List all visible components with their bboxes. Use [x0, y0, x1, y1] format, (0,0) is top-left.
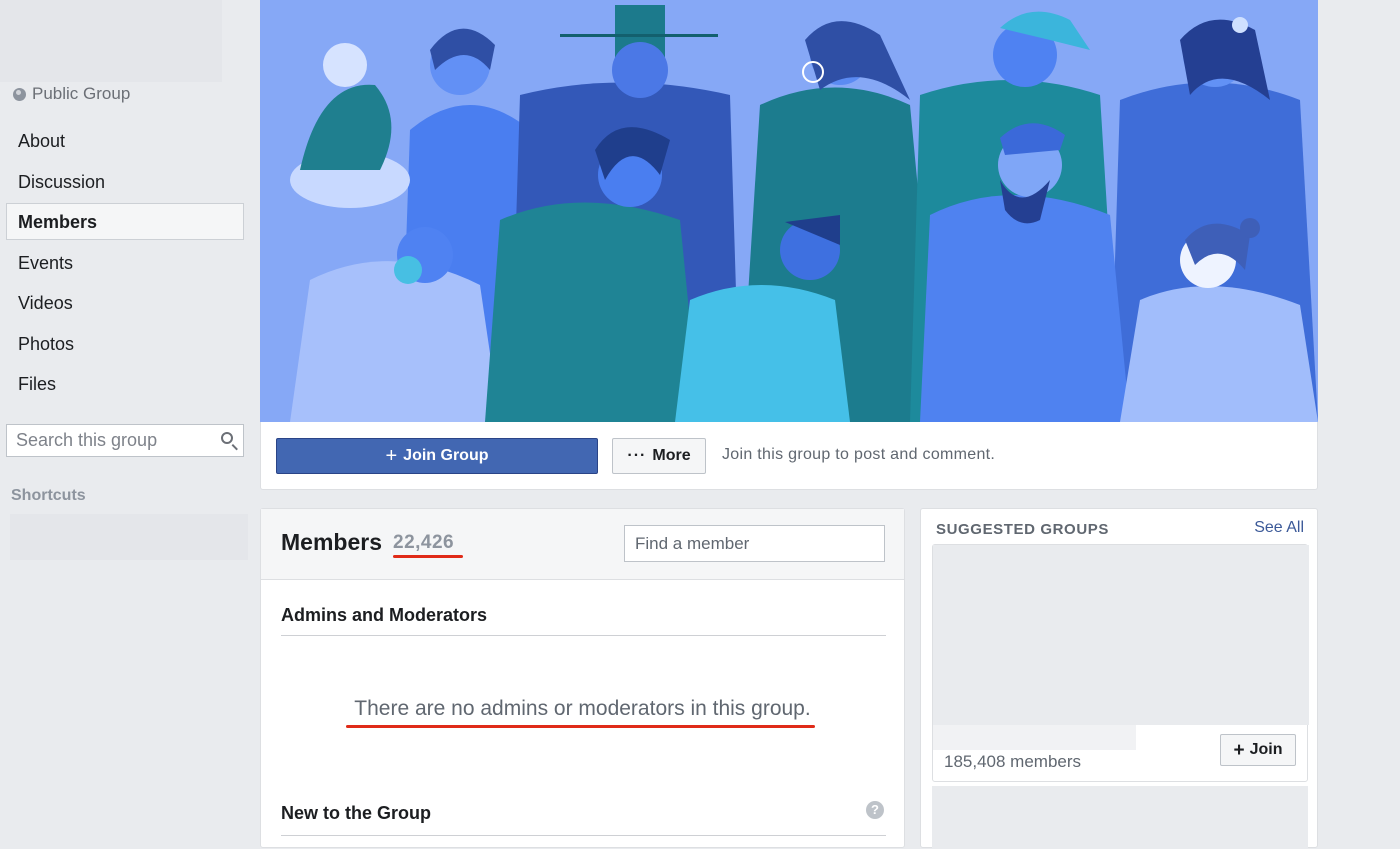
- nav-item-about[interactable]: About: [6, 122, 244, 159]
- join-hint-text: Join this group to post and comment.: [722, 446, 996, 463]
- join-label: Join: [1249, 741, 1283, 758]
- members-header: Members 22,426: [261, 509, 904, 580]
- admins-heading: Admins and Moderators: [281, 605, 488, 625]
- privacy-label: Public Group: [32, 84, 131, 103]
- join-group-button[interactable]: + Join Group: [276, 438, 598, 474]
- group-search: [6, 424, 244, 457]
- nav-item-discussion[interactable]: Discussion: [6, 163, 244, 200]
- join-group-label: Join Group: [403, 447, 489, 464]
- group-search-input[interactable]: [7, 425, 206, 456]
- new-members-heading: New to the Group: [281, 803, 431, 823]
- group-member-count: 185,408 members: [944, 752, 1082, 771]
- suggested-group-card[interactable]: 185,408 members + Join: [932, 544, 1309, 782]
- group-action-bar: + Join Group ··· More Join this group to…: [260, 422, 1318, 490]
- admins-empty-message: There are no admins or moderators in thi…: [354, 697, 811, 720]
- cover-photo: [260, 0, 1318, 422]
- plus-icon: +: [1233, 739, 1245, 761]
- members-title: Members: [281, 529, 382, 555]
- group-nav: About Discussion Members Events Videos P…: [6, 122, 244, 406]
- globe-icon: [13, 87, 26, 101]
- suggested-groups-panel: SUGGESTED GROUPS See All 185,408 members…: [920, 508, 1318, 849]
- suggested-group-card-placeholder[interactable]: [932, 786, 1308, 849]
- more-label: More: [652, 447, 691, 464]
- nav-item-members[interactable]: Members: [6, 203, 244, 240]
- find-member-field: [624, 525, 885, 562]
- nav-item-photos[interactable]: Photos: [6, 325, 244, 362]
- group-avatar-placeholder: [0, 0, 222, 82]
- section-divider: [281, 635, 886, 636]
- suggested-groups-title: SUGGESTED GROUPS: [936, 521, 1109, 538]
- more-button[interactable]: ··· More: [612, 438, 706, 474]
- section-divider: [281, 835, 886, 836]
- group-cover-placeholder[interactable]: [933, 545, 1309, 725]
- plus-icon: +: [385, 445, 398, 467]
- see-all-link[interactable]: See All: [1254, 519, 1304, 537]
- members-panel: Members 22,426 Admins and Moderators The…: [260, 508, 905, 848]
- help-icon[interactable]: ?: [866, 801, 884, 819]
- group-name-placeholder[interactable]: [933, 725, 1136, 750]
- nav-item-files[interactable]: Files: [6, 365, 244, 402]
- ellipsis-icon: ···: [627, 447, 647, 464]
- group-privacy: Public Group: [13, 84, 130, 104]
- search-icon[interactable]: [221, 432, 233, 444]
- members-count: 22,426: [393, 532, 455, 553]
- annotation-underline: [346, 725, 815, 728]
- find-member-input[interactable]: [625, 526, 875, 561]
- community-illustration-icon: [260, 0, 1318, 422]
- annotation-underline: [393, 555, 463, 558]
- shortcut-item-placeholder[interactable]: [10, 514, 248, 560]
- shortcuts-heading: Shortcuts: [11, 487, 86, 504]
- nav-item-events[interactable]: Events: [6, 244, 244, 281]
- nav-item-videos[interactable]: Videos: [6, 284, 244, 321]
- join-suggested-group-button[interactable]: + Join: [1220, 734, 1296, 766]
